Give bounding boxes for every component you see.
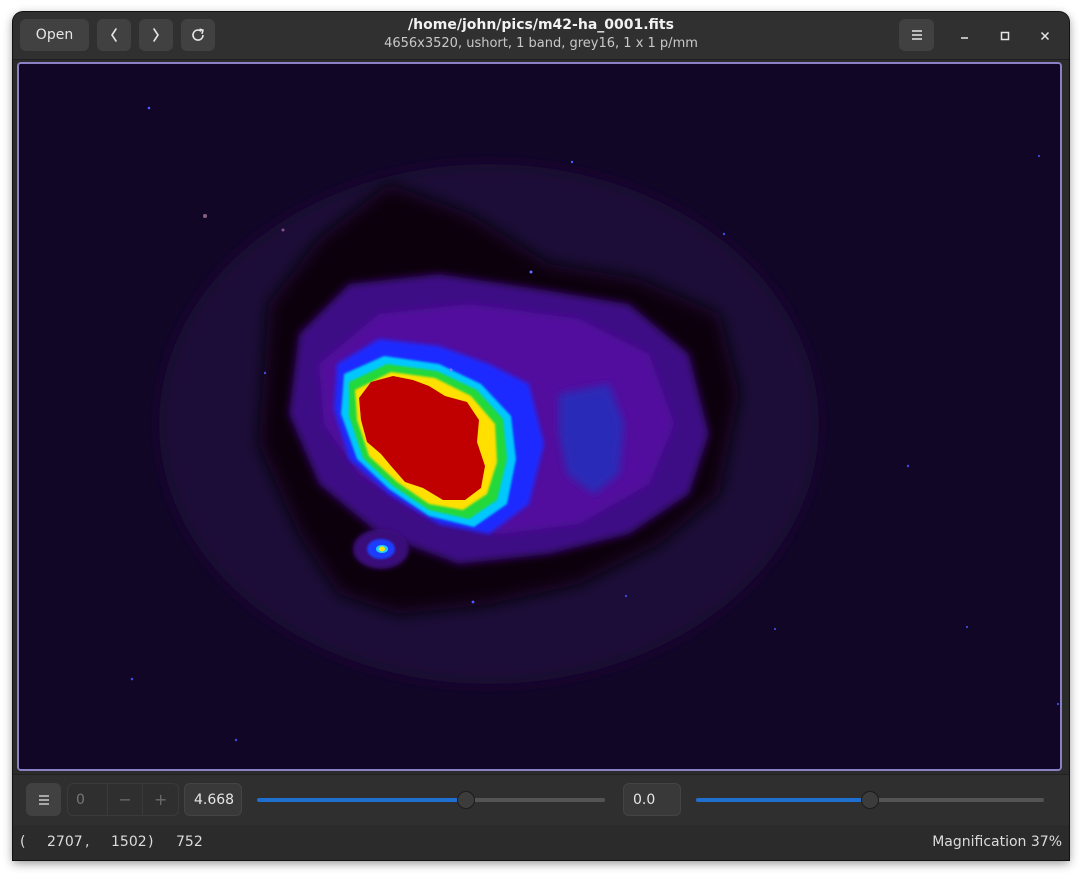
close-button[interactable] [1034,25,1056,47]
scale-slider[interactable] [257,791,605,809]
minimize-button[interactable] [954,25,976,47]
maximize-icon [999,27,1011,46]
increment-button[interactable]: + [142,784,178,815]
scale-entry[interactable]: 4.668 [184,783,242,816]
pixel-value: 752 [176,834,203,850]
open-button[interactable]: Open [20,19,89,51]
chevron-left-icon [109,27,119,43]
maximize-button[interactable] [994,25,1016,47]
scale-slider-fill [257,798,466,802]
window-title: /home/john/pics/m42-ha_0001.fits [408,17,674,33]
offset-slider-handle[interactable] [861,791,879,809]
app-window: Open /home/john/pics/m42-ha_0001.fits 46… [13,12,1069,860]
reload-icon [190,27,206,43]
page-spinbutton[interactable]: 0 − + [67,783,179,816]
hamburger-menu-icon [38,794,50,806]
next-button[interactable] [139,19,173,51]
image-info-subtitle: 4656x3520, ushort, 1 band, grey16, 1 x 1… [384,36,698,51]
status-bar: ( 2707 , 1502 ) 752 Magnification 37% [13,825,1069,860]
previous-button[interactable] [97,19,131,51]
minimize-icon [959,27,971,46]
cursor-y: 1502 [111,834,147,850]
title-block: /home/john/pics/m42-ha_0001.fits 4656x35… [263,17,819,52]
offset-entry[interactable]: 0.0 [623,783,681,816]
header-bar: Open /home/john/pics/m42-ha_0001.fits 46… [13,12,1069,60]
decrement-button[interactable]: − [106,784,143,815]
page-value[interactable]: 0 [68,784,107,815]
view-menu-button[interactable] [26,783,61,816]
close-icon [1039,27,1051,46]
offset-slider-fill [696,798,870,802]
image-viewer[interactable] [17,62,1062,771]
reload-button[interactable] [181,19,215,51]
coord-comma: , [85,834,90,850]
scale-slider-handle[interactable] [456,791,475,809]
offset-slider[interactable] [696,791,1044,809]
coord-close-paren: ) [148,834,154,850]
main-menu-button[interactable] [899,19,934,51]
nebula-image [19,64,1060,769]
chevron-right-icon [151,27,161,43]
cursor-x: 2707 [47,834,83,850]
control-toolbar: 0 − + 4.668 0.0 [13,774,1069,826]
magnification-label: Magnification 37% [932,834,1062,850]
hamburger-menu-icon [910,29,924,41]
coord-open-paren: ( [20,834,26,850]
